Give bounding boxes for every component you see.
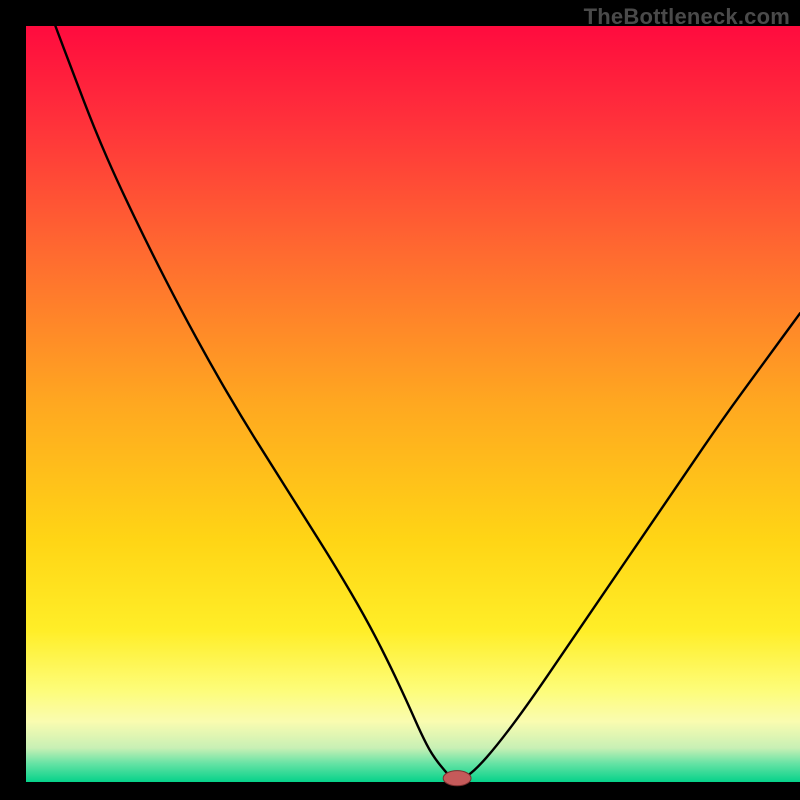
- optimal-point-marker: [443, 771, 471, 786]
- chart-frame: TheBottleneck.com: [0, 0, 800, 800]
- bottleneck-chart: [0, 0, 800, 800]
- plot-background: [26, 26, 800, 782]
- watermark-text: TheBottleneck.com: [584, 4, 790, 30]
